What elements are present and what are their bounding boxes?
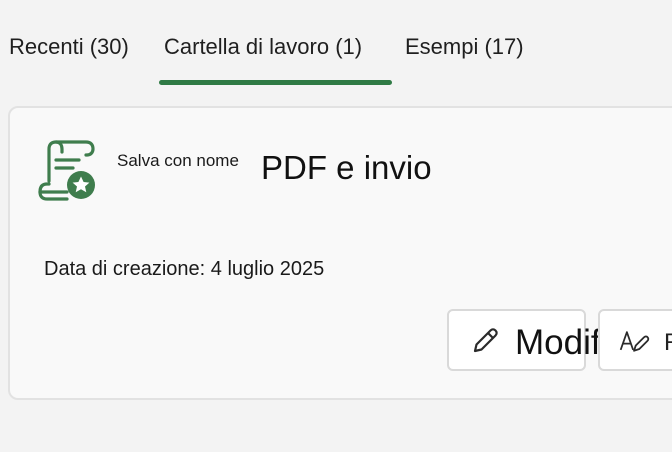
selected-tab-indicator [159,80,392,85]
save-as-label: Salva con nome [117,151,239,170]
style-button[interactable] [598,309,672,371]
tab-recent[interactable]: Recenti (30) [9,31,129,63]
text-style-icon [619,331,650,352]
scroll-document-star-icon [38,140,95,201]
style-button-label[interactable]: R [664,329,672,357]
creation-date: Data di creazione: 4 luglio 2025 [44,258,325,280]
file-title[interactable]: PDF e invio [261,148,432,188]
tab-examples[interactable]: Esempi (17) [405,31,524,63]
tab-workbook[interactable]: Cartella di lavoro (1) [164,31,362,63]
workbook-page: Recenti (30) Cartella di lavoro (1) Esem… [0,0,672,452]
pencil-icon [473,328,498,353]
